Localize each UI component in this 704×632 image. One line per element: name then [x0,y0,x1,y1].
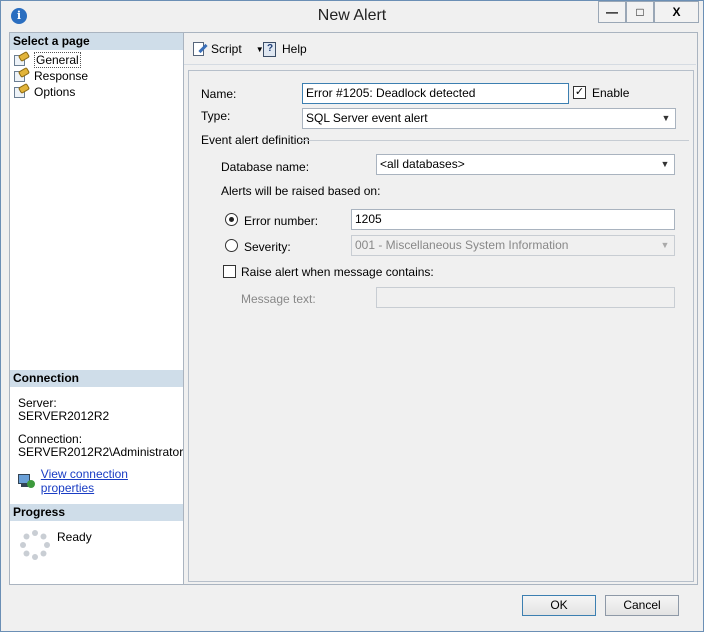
progress-spinner-icon [20,530,50,560]
help-button[interactable]: ? Help [262,41,307,57]
cancel-button[interactable]: Cancel [605,595,679,616]
connection-header: Connection [10,370,183,387]
error-number-radio[interactable] [225,213,238,226]
progress-header: Progress [10,504,183,521]
enable-checkbox[interactable]: ✓ [573,86,586,99]
type-select-value: SQL Server event alert [306,111,428,125]
view-connection-properties-link[interactable]: View connection properties [41,467,183,495]
progress-status: Ready [57,530,92,544]
minimize-button[interactable]: — [598,1,626,23]
page-wrench-icon [13,82,31,99]
type-label: Type: [201,109,231,123]
new-alert-window: i New Alert — □ X Select a page General … [0,0,704,632]
help-label: Help [282,42,307,56]
title-bar: i New Alert — □ X [1,1,703,31]
close-button[interactable]: X [654,1,699,23]
page-wrench-icon [13,50,31,67]
page-item-label: General [34,52,81,68]
chevron-down-icon: ▼ [660,240,670,250]
group-divider [301,140,689,141]
help-icon: ? [262,41,278,57]
type-select[interactable]: SQL Server event alert ▼ [302,108,676,129]
server-label: Server: [18,396,57,410]
database-name-select-value: <all databases> [380,157,465,171]
severity-select-value: 001 - Miscellaneous System Information [355,238,569,252]
page-item-label: Options [34,85,76,99]
script-button[interactable]: Script ▼ [191,41,264,57]
message-text-label: Message text: [241,292,316,306]
right-pane: Script ▼ ? Help Name: Error #1205: Deadl… [184,32,698,585]
page-item-response[interactable]: Response [13,66,89,84]
ok-button[interactable]: OK [522,595,596,616]
script-label: Script [211,42,242,56]
general-page-panel: Name: Error #1205: Deadlock detected ✓ E… [188,70,694,582]
severity-select[interactable]: 001 - Miscellaneous System Information ▼ [351,235,675,256]
left-pane: Select a page General Response Options C… [9,32,184,585]
view-connection-properties[interactable]: View connection properties [18,467,183,495]
connection-value: SERVER2012R2\Administrator [18,445,184,459]
maximize-button[interactable]: □ [626,1,654,23]
connection-properties-icon [18,473,35,489]
raise-alert-label: Raise alert when message contains: [241,265,434,279]
name-input[interactable]: Error #1205: Deadlock detected [302,83,569,104]
database-name-select[interactable]: <all databases> ▼ [376,154,675,175]
page-item-options[interactable]: Options [13,82,76,100]
chevron-down-icon: ▼ [661,113,671,123]
toolbar: Script ▼ ? Help [184,33,696,65]
error-number-label: Error number: [244,214,319,228]
page-item-general[interactable]: General [13,50,81,68]
enable-label: Enable [592,86,630,100]
severity-label: Severity: [244,240,291,254]
page-item-label: Response [34,69,89,83]
severity-radio[interactable] [225,239,238,252]
message-text-input[interactable] [376,287,675,308]
select-page-header: Select a page [10,33,183,50]
chevron-down-icon: ▼ [660,159,670,169]
connection-label: Connection: [18,432,83,446]
event-alert-definition-heading: Event alert definition [201,133,310,147]
raise-alert-checkbox[interactable] [223,265,236,278]
database-name-label: Database name: [221,160,310,174]
alerts-raised-label: Alerts will be raised based on: [221,184,381,198]
page-wrench-icon [13,66,31,83]
error-number-input[interactable]: 1205 [351,209,675,230]
server-value: SERVER2012R2 [18,409,110,423]
script-icon [191,41,208,57]
name-label: Name: [201,87,237,101]
